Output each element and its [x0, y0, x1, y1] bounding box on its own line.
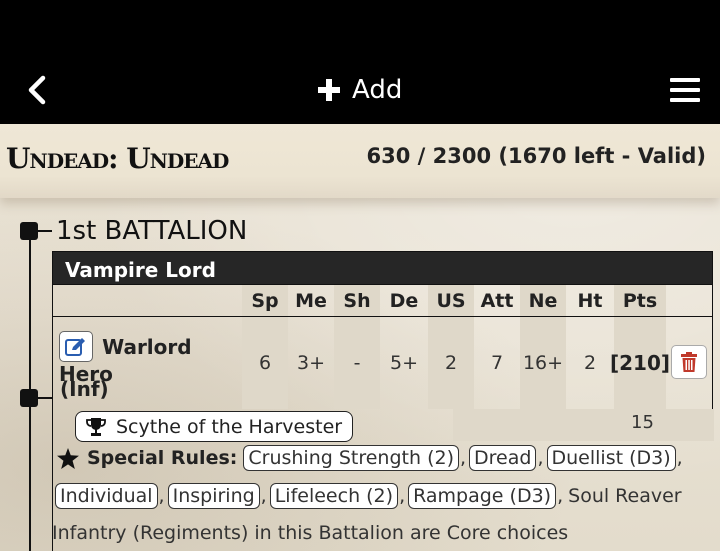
stat-ht: 2: [583, 352, 597, 374]
rule-rampage[interactable]: Rampage (D3): [408, 483, 557, 509]
stat-header-pts: Pts: [622, 290, 658, 312]
rule-lifeleech[interactable]: Lifeleech (2): [269, 483, 399, 509]
rule-soul-reaver: Soul Reaver: [568, 485, 682, 507]
points-summary: 630 / 2300 (1670 left - Valid): [366, 144, 707, 168]
unit-header: Vampire Lord: [52, 251, 713, 285]
stat-ne: 16+: [522, 352, 564, 374]
add-button[interactable]: Add: [318, 70, 402, 110]
special-rules-label: Special Rules:: [87, 447, 238, 469]
back-button[interactable]: [22, 72, 52, 108]
magic-item-points: 15: [631, 412, 654, 433]
stat-header-de: De: [389, 290, 419, 312]
hamburger-menu-icon: [670, 78, 700, 82]
edit-icon: [65, 337, 85, 356]
stat-header-ht: Ht: [577, 290, 603, 312]
stat-us: 2: [444, 352, 458, 374]
stat-header-ne: Ne: [528, 290, 558, 312]
stat-header-sh: Sh: [343, 290, 371, 312]
stat-de: 5+: [389, 352, 418, 374]
unit-stats-row: Warlord Hero (Inf) 6 3+ - 5+ 2 7 16+ 2 […: [52, 317, 713, 409]
rule-duellist[interactable]: Duellist (D3): [546, 445, 676, 471]
trophy-icon: [86, 417, 106, 436]
menu-button[interactable]: [668, 74, 702, 106]
stat-header-me: Me: [295, 290, 327, 312]
magic-item-button[interactable]: Scythe of the Harvester: [75, 411, 354, 442]
unit-points: [210]: [609, 351, 671, 375]
stat-sh: -: [353, 352, 361, 374]
unit-type: (Inf): [60, 377, 109, 401]
star-icon: [57, 447, 79, 469]
stat-sp: 6: [258, 352, 272, 374]
rule-dread[interactable]: Dread: [469, 445, 537, 471]
rule-individual[interactable]: Individual: [55, 483, 158, 509]
magic-item-label: Scythe of the Harvester: [116, 415, 343, 438]
stat-header-att: Att: [480, 290, 514, 312]
rule-inspiring[interactable]: Inspiring: [167, 483, 260, 509]
stat-me: 3+: [296, 352, 325, 374]
plus-icon: [318, 79, 340, 101]
tree-branch: [36, 397, 52, 399]
rule-crushing-strength[interactable]: Crushing Strength (2): [243, 445, 459, 471]
stat-header-us: US: [436, 290, 466, 312]
army-header: Undead: Undead 630 / 2300 (1670 left - V…: [0, 124, 720, 198]
magic-item-row: Scythe of the Harvester 15: [52, 409, 714, 442]
special-rules-line-2: Individual, Inspiring, Lifeleech (2), Ra…: [55, 483, 682, 509]
stat-att: 7: [490, 352, 504, 374]
special-rules-line-1: Special Rules: Crushing Strength (2), Dr…: [55, 445, 686, 471]
top-app-bar: Add: [0, 0, 720, 124]
delete-unit-button[interactable]: [671, 345, 707, 379]
stats-header-row: Sp Me Sh De US Att Ne Ht Pts: [52, 285, 713, 317]
unit-card: Vampire Lord Sp Me Sh De US Att Ne Ht Pt…: [52, 251, 714, 551]
battalion-title: 1st BATTALION: [56, 216, 248, 246]
chevron-left-icon: [28, 75, 46, 105]
army-list-view: Undead: Undead 630 / 2300 (1670 left - V…: [0, 124, 720, 551]
battalion-note: Infantry (Regiments) in this Battalion a…: [52, 522, 569, 544]
army-title: Undead: Undead: [6, 142, 229, 175]
stat-header-sp: Sp: [251, 290, 279, 312]
tree-branch: [36, 230, 52, 232]
add-label: Add: [352, 75, 403, 105]
trash-icon: [681, 352, 697, 372]
edit-unit-button[interactable]: [59, 331, 93, 362]
